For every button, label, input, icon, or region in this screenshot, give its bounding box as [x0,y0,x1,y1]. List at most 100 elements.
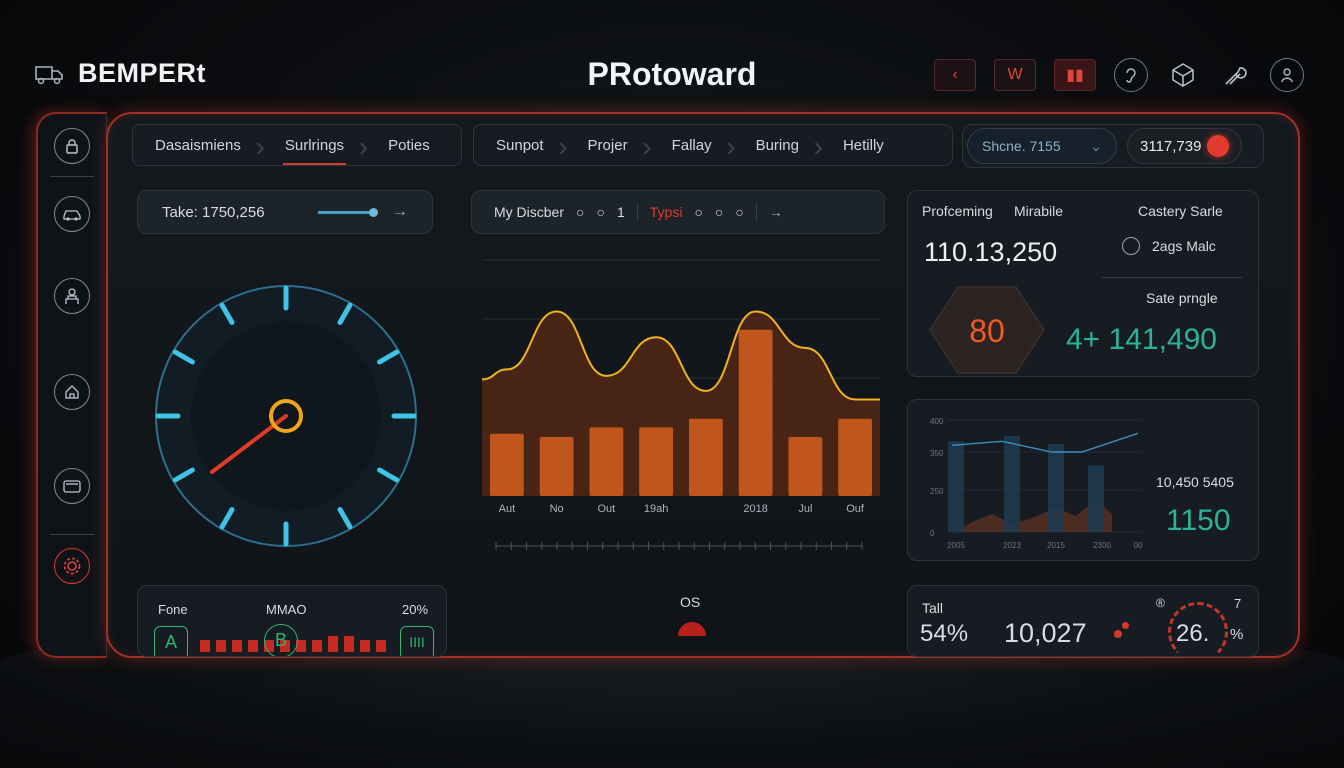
mini-chart-panel: 400 350 250 0 2005 2023 2015 2300 00 10,450 5405… [907,399,1259,561]
chevron-down-icon: ⌄ [1090,137,1102,154]
hex-value: 80 [969,313,1005,349]
stats-divider [1102,277,1242,278]
bottom-mid-label: OS [680,594,701,610]
x-tick-label: 00 [1134,541,1143,550]
mini-value: 1150 [1166,504,1231,537]
ear-icon[interactable] [1114,58,1148,92]
sidebar [36,112,107,658]
tab-group-left: Dasaismiens Surlrings Poties [132,124,462,166]
toolbar-divider [636,203,638,221]
radio-option[interactable]: ○ [735,204,743,220]
mini-bar [1088,465,1104,532]
tab-sunpot[interactable]: Sunpot [474,131,567,163]
badge-b: B [264,624,298,656]
sidebar-divider [50,534,94,535]
tab-hetilly[interactable]: Hetilly [821,137,906,154]
wallet-icon[interactable] [54,468,90,504]
x-tick-label: 2018 [743,503,767,515]
y-tick-label: 250 [930,487,944,496]
x-tick-label: Out [598,503,616,515]
radio-option[interactable]: ○ [576,204,584,220]
value-pill[interactable]: 3117,739 [1127,128,1243,164]
bar [539,437,574,496]
tab-buring[interactable]: Buring [734,131,824,163]
gauge-slider[interactable] [318,207,379,217]
settings-icon[interactable] [54,548,90,584]
stats-header-left: Profceming [922,203,993,219]
mini-bar [948,441,964,532]
lock-icon[interactable] [54,128,90,164]
w-button[interactable]: W [994,59,1036,91]
bar [788,437,823,496]
chart-toolbar: My Discber ○ ○ 1 Typsi ○ ○ ○ → [471,190,885,234]
mini-bar [1004,436,1020,532]
mini-chart: 400 350 250 0 2005 2023 2015 2300 00 [930,417,1143,550]
bar [589,427,624,496]
x-tick-label: 2015 [1047,541,1065,550]
green-value: 4+ 141,490 [1066,323,1217,356]
clock-icon [1122,237,1140,255]
stats-big-value: 110.13,250 [924,237,1058,267]
x-tick-label: 2005 [947,541,965,550]
x-tick-label: 2300 [1093,541,1111,550]
driver-icon[interactable] [54,278,90,314]
br-gauge-unit: % [1230,626,1244,643]
x-tick-label: 2023 [1003,541,1021,550]
x-tick-label: Ouf [846,503,865,515]
chart-counter: 1 [616,204,625,220]
bar [489,433,524,496]
search-area: Shcne. 7155 ⌄ 3117,739 [962,124,1264,168]
user-icon[interactable] [1270,58,1304,92]
bar [838,418,873,496]
mini-bar [1048,444,1064,532]
y-tick-label: 350 [930,449,944,458]
home-icon[interactable] [54,374,90,410]
chart-label: My Discber [494,204,565,220]
bar [688,418,723,496]
br-value: 10,027 [1004,618,1087,648]
cube-icon[interactable] [1166,58,1200,92]
bar [639,427,674,496]
badge-a: A [154,626,188,656]
car-icon[interactable] [54,196,90,232]
stats-header-mid: Mirabile [1014,203,1064,219]
speed-gauge [155,285,417,547]
br-dot [1122,622,1129,629]
pause-button[interactable]: ▮▮ [1054,59,1096,91]
value-pill-text: 3117,739 [1140,137,1202,155]
tab-projer[interactable]: Projer [566,131,652,163]
bottom-right-panel: Tall 54% 10,027 ® 7 26. % [907,585,1259,657]
radio-option[interactable]: ○ [694,204,702,220]
stats-header-right: Castery Sarle [1138,203,1223,219]
search-value: Shcne. 7155 [982,138,1061,154]
tab-group-mid: Sunpot Projer Fallay Buring Hetilly [473,124,953,166]
y-tick-label: 400 [930,417,944,426]
tab-fallay[interactable]: Fallay [650,131,736,163]
wrench-icon[interactable] [1218,58,1252,92]
tab-poties[interactable]: Poties [366,137,452,154]
stats-panel: Profceming Mirabile Castery Sarle 110.13… [907,190,1259,377]
tab-dasaismiens[interactable]: Dasaismiens [133,131,265,163]
tab-surlrings[interactable]: Surlrings [263,131,368,165]
br-label: Tall [922,600,944,616]
back-button[interactable]: ‹ [934,59,976,91]
arrow-right-icon[interactable]: → [769,204,783,220]
top-toolbar: ‹ W ▮▮ [934,58,1304,92]
search-input[interactable]: Shcne. 7155 ⌄ [967,128,1117,164]
x-tick-label: No [550,503,564,515]
radio-option[interactable]: ○ [596,204,604,220]
clock-row: 2ags Malc [1122,237,1216,255]
type-label[interactable]: Typsi [650,204,683,220]
br-small-b: 7 [1234,596,1242,611]
x-tick-label: Aut [499,503,516,515]
radio-option[interactable]: ○ [715,204,723,220]
br-pct: 54% [920,620,969,647]
y-tick-label: 0 [930,529,935,538]
main-chart: Aut No Out 19ah 2018 Jul Ouf [481,259,880,550]
record-indicator [1207,135,1230,157]
arrow-right-icon[interactable]: → [392,203,408,221]
br-small-a: ® [1156,596,1165,610]
badge-c: IIII [400,626,434,656]
clock-label: 2ags Malc [1152,238,1216,254]
bl-label-b: MMAO [266,602,307,617]
